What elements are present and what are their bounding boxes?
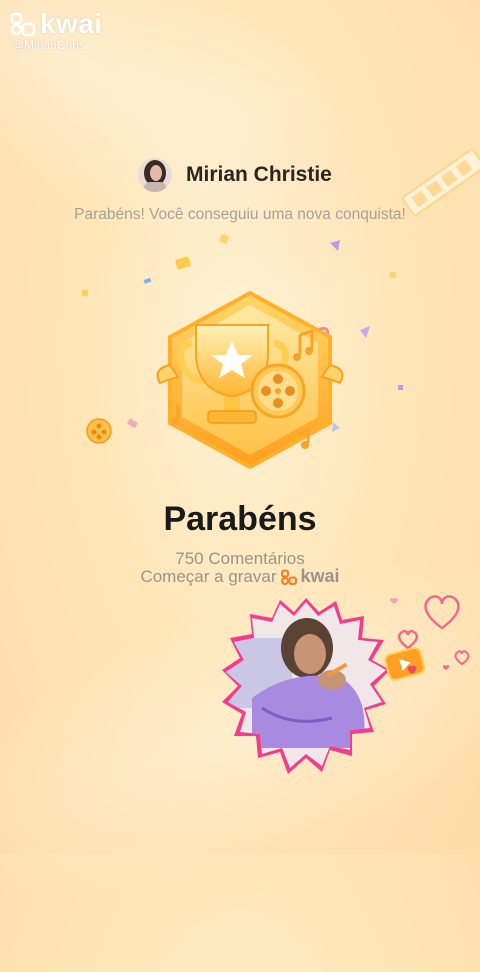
kwai-logo-icon bbox=[280, 569, 297, 585]
record-brand: kwai bbox=[300, 566, 340, 586]
sticker-image bbox=[222, 598, 390, 774]
record-label: Começar a gravar bbox=[140, 566, 277, 586]
record-cta[interactable]: Começar a gravar kwai bbox=[0, 566, 480, 587]
achievement-title: Parabéns bbox=[163, 500, 317, 538]
film-reel-icon bbox=[86, 418, 112, 444]
heart-icon bbox=[384, 595, 470, 681]
trophy-medal-icon bbox=[156, 290, 344, 470]
